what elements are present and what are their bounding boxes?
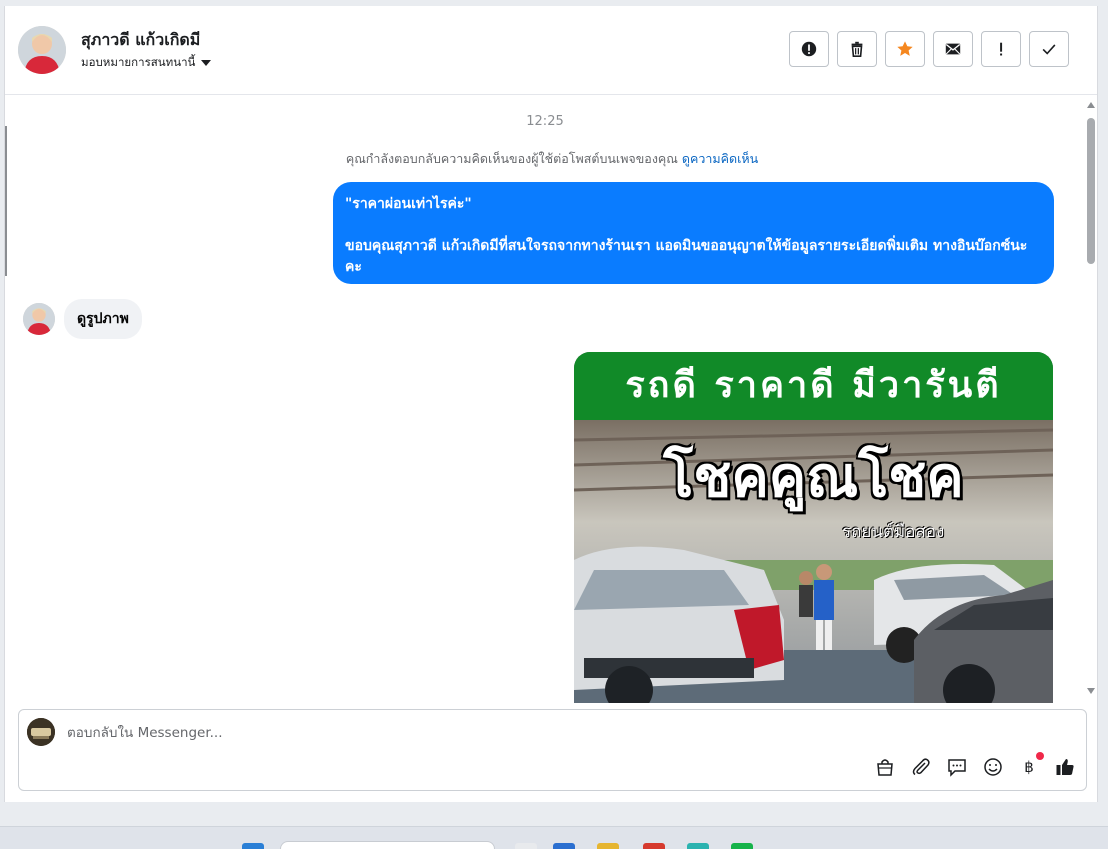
chat-bubble-icon — [948, 759, 966, 777]
shop-button[interactable] — [874, 756, 896, 778]
edge-icon[interactable] — [687, 843, 709, 849]
trash-icon — [851, 41, 863, 58]
spam-icon — [801, 41, 817, 57]
saved-replies-button[interactable] — [946, 756, 968, 778]
scroll-up-arrow-icon[interactable] — [1087, 102, 1095, 108]
os-taskbar — [0, 826, 1108, 849]
incoming-message-row: ดูรูปภาพ — [23, 299, 142, 339]
notification-dot — [1036, 752, 1044, 760]
outgoing-message-bubble[interactable]: "ราคาผ่อนเท่าไรค่ะ" ขอบคุณสุภาวดี แก้วเก… — [333, 182, 1054, 284]
shopping-bag-icon — [877, 759, 893, 776]
exclamation-icon — [1000, 42, 1003, 56]
assign-conversation-dropdown[interactable]: มอบหมายการสนทนานี้ — [81, 54, 212, 72]
widgets-icon[interactable] — [553, 843, 575, 849]
scroll-thumb[interactable] — [1087, 118, 1095, 264]
conversation-header: สุภาวดี แก้วเกิดมี มอบหมายการสนทนานี้ — [5, 6, 1097, 95]
inbox-window: สุภาวดี แก้วเกิดมี มอบหมายการสนทนานี้ 12… — [4, 6, 1098, 802]
scroll-down-arrow-icon[interactable] — [1087, 688, 1095, 694]
mark-spam-button[interactable] — [789, 31, 829, 67]
line-app-icon[interactable] — [731, 843, 753, 849]
conversation-actions — [789, 31, 1069, 67]
smiley-icon — [984, 758, 1002, 776]
start-icon[interactable] — [242, 843, 264, 849]
image-title-text: โชคคูณโชค — [663, 445, 964, 510]
reply-composer: ฿ — [18, 709, 1087, 791]
mark-unread-button[interactable] — [933, 31, 973, 67]
taskbar-search[interactable] — [280, 841, 495, 849]
baht-icon: ฿ — [1024, 758, 1034, 776]
contact-name[interactable]: สุภาวดี แก้วเกิดมี — [81, 28, 200, 53]
like-button[interactable] — [1054, 756, 1076, 778]
view-comment-link[interactable]: ดูความคิดเห็น — [682, 151, 758, 166]
folder-icon[interactable] — [597, 843, 619, 849]
page-avatar — [27, 718, 55, 746]
check-icon — [1042, 44, 1056, 55]
notice-text: คุณกำลังตอบกลับความคิดเห็นของผู้ใช้ต่อโพ… — [345, 151, 678, 166]
comment-reply-notice: คุณกำลังตอบกลับความคิดเห็นของผู้ใช้ต่อโพ… — [5, 149, 1085, 169]
star-icon — [897, 41, 913, 56]
envelope-icon — [945, 43, 961, 55]
delete-button[interactable] — [837, 31, 877, 67]
star-button[interactable] — [885, 31, 925, 67]
sender-avatar[interactable] — [23, 303, 55, 335]
image-banner-text: รถดี ราคาดี มีวารันตี — [574, 352, 1053, 420]
composer-toolbar: ฿ — [874, 752, 1076, 778]
emoji-button[interactable] — [982, 756, 1004, 778]
outgoing-message-text: "ราคาผ่อนเท่าไรค่ะ" ขอบคุณสุภาวดี แก้วเก… — [345, 196, 1028, 275]
image-attachment[interactable]: รถดี ราคาดี มีวารันตี โชคคูณโชค รถยนต์มื… — [574, 352, 1053, 703]
attach-button[interactable] — [910, 756, 932, 778]
paperclip-icon — [912, 758, 930, 776]
assign-label: มอบหมายการสนทนานี้ — [81, 55, 196, 69]
taskview-icon[interactable] — [515, 843, 537, 849]
message-thread[interactable]: 12:25 คุณกำลังตอบกลับความคิดเห็นของผู้ใช… — [5, 96, 1085, 703]
mark-done-button[interactable] — [1029, 31, 1069, 67]
contact-avatar[interactable] — [18, 26, 66, 74]
message-timestamp: 12:25 — [526, 114, 564, 129]
browser-icon[interactable] — [643, 843, 665, 849]
caret-down-icon — [201, 60, 212, 66]
incoming-message-bubble[interactable]: ดูรูปภาพ — [64, 299, 142, 339]
flag-button[interactable] — [981, 31, 1021, 67]
thread-scrollbar[interactable] — [1085, 102, 1097, 694]
thumbs-up-icon — [1056, 759, 1074, 775]
reply-input[interactable] — [67, 722, 967, 744]
payment-button[interactable]: ฿ — [1018, 752, 1044, 778]
image-subtitle-text: รถยนต์มือสอง — [842, 522, 945, 542]
